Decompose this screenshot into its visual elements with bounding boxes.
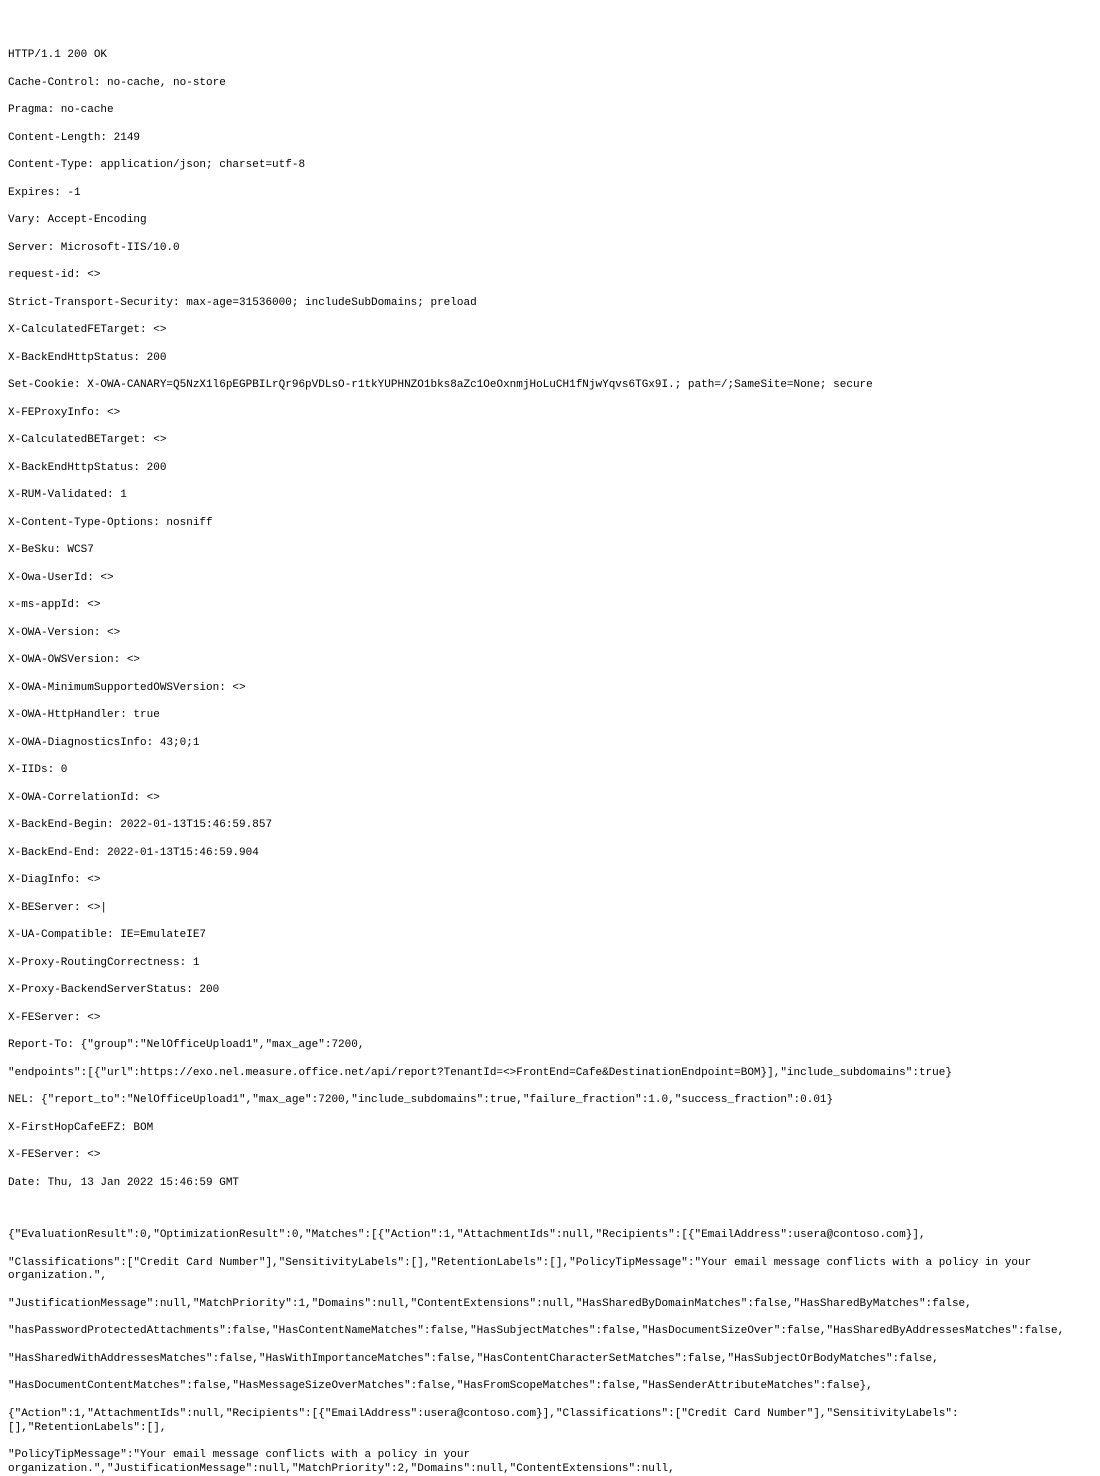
http-header-line: X-OWA-OWSVersion: <>: [8, 654, 1092, 668]
http-header-line: X-CalculatedBETarget: <>: [8, 434, 1092, 448]
http-header-line: HTTP/1.1 200 OK: [8, 49, 1092, 63]
http-header-line: X-Proxy-BackendServerStatus: 200: [8, 984, 1092, 998]
blank-line: [8, 1204, 1092, 1215]
http-header-line: Pragma: no-cache: [8, 104, 1092, 118]
http-header-line: X-BackEnd-End: 2022-01-13T15:46:59.904: [8, 847, 1092, 861]
json-body-line: {"Action":1,"AttachmentIds":null,"Recipi…: [8, 1408, 1092, 1436]
http-header-line: X-IIDs: 0: [8, 764, 1092, 778]
http-header-line: request-id: <>: [8, 269, 1092, 283]
http-header-line: X-CalculatedFETarget: <>: [8, 324, 1092, 338]
json-body-line: "JustificationMessage":null,"MatchPriori…: [8, 1298, 1092, 1312]
http-header-line: X-BackEndHttpStatus: 200: [8, 462, 1092, 476]
http-header-line: X-BackEndHttpStatus: 200: [8, 352, 1092, 366]
http-header-line: X-RUM-Validated: 1: [8, 489, 1092, 503]
json-body-line: "Classifications":["Credit Card Number"]…: [8, 1257, 1092, 1285]
http-header-line: Date: Thu, 13 Jan 2022 15:46:59 GMT: [8, 1177, 1092, 1191]
http-header-line: X-FEProxyInfo: <>: [8, 407, 1092, 421]
http-header-line: "endpoints":[{"url":https://exo.nel.meas…: [8, 1067, 1092, 1081]
http-header-line: Vary: Accept-Encoding: [8, 214, 1092, 228]
http-header-line: Server: Microsoft-IIS/10.0: [8, 242, 1092, 256]
json-body-line: "HasSharedWithAddressesMatches":false,"H…: [8, 1353, 1092, 1367]
http-header-line: NEL: {"report_to":"NelOfficeUpload1","ma…: [8, 1094, 1092, 1108]
http-header-line: Expires: -1: [8, 187, 1092, 201]
http-header-line: X-OWA-Version: <>: [8, 627, 1092, 641]
http-header-line: Report-To: {"group":"NelOfficeUpload1","…: [8, 1039, 1092, 1053]
json-body-line: {"EvaluationResult":0,"OptimizationResul…: [8, 1229, 1092, 1243]
json-body-line: "HasDocumentContentMatches":false,"HasMe…: [8, 1380, 1092, 1394]
http-header-line: X-UA-Compatible: IE=EmulateIE7: [8, 929, 1092, 943]
http-header-line: X-BackEnd-Begin: 2022-01-13T15:46:59.857: [8, 819, 1092, 833]
http-header-line: X-OWA-DiagnosticsInfo: 43;0;1: [8, 737, 1092, 751]
http-header-line: X-Owa-UserId: <>: [8, 572, 1092, 586]
http-header-line: X-BEServer: <>|: [8, 902, 1092, 916]
http-header-line: X-OWA-HttpHandler: true: [8, 709, 1092, 723]
http-header-line: X-BeSku: WCS7: [8, 544, 1092, 558]
http-header-line: Cache-Control: no-cache, no-store: [8, 77, 1092, 91]
http-header-line: X-Content-Type-Options: nosniff: [8, 517, 1092, 531]
json-body-line: "hasPasswordProtectedAttachments":false,…: [8, 1325, 1092, 1339]
http-header-line: Content-Length: 2149: [8, 132, 1092, 146]
http-header-line: Set-Cookie: X-OWA-CANARY=Q5NzX1l6pEGPBIL…: [8, 379, 1092, 393]
http-header-line: X-FEServer: <>: [8, 1012, 1092, 1026]
http-header-line: Strict-Transport-Security: max-age=31536…: [8, 297, 1092, 311]
json-body-line: "PolicyTipMessage":"Your email message c…: [8, 1449, 1092, 1476]
http-header-line: X-FEServer: <>: [8, 1149, 1092, 1163]
http-header-line: X-OWA-MinimumSupportedOWSVersion: <>: [8, 682, 1092, 696]
http-header-line: X-OWA-CorrelationId: <>: [8, 792, 1092, 806]
http-header-line: X-DiagInfo: <>: [8, 874, 1092, 888]
http-header-line: x-ms-appId: <>: [8, 599, 1092, 613]
http-header-line: X-FirstHopCafeEFZ: BOM: [8, 1122, 1092, 1136]
http-header-line: Content-Type: application/json; charset=…: [8, 159, 1092, 173]
http-header-line: X-Proxy-RoutingCorrectness: 1: [8, 957, 1092, 971]
